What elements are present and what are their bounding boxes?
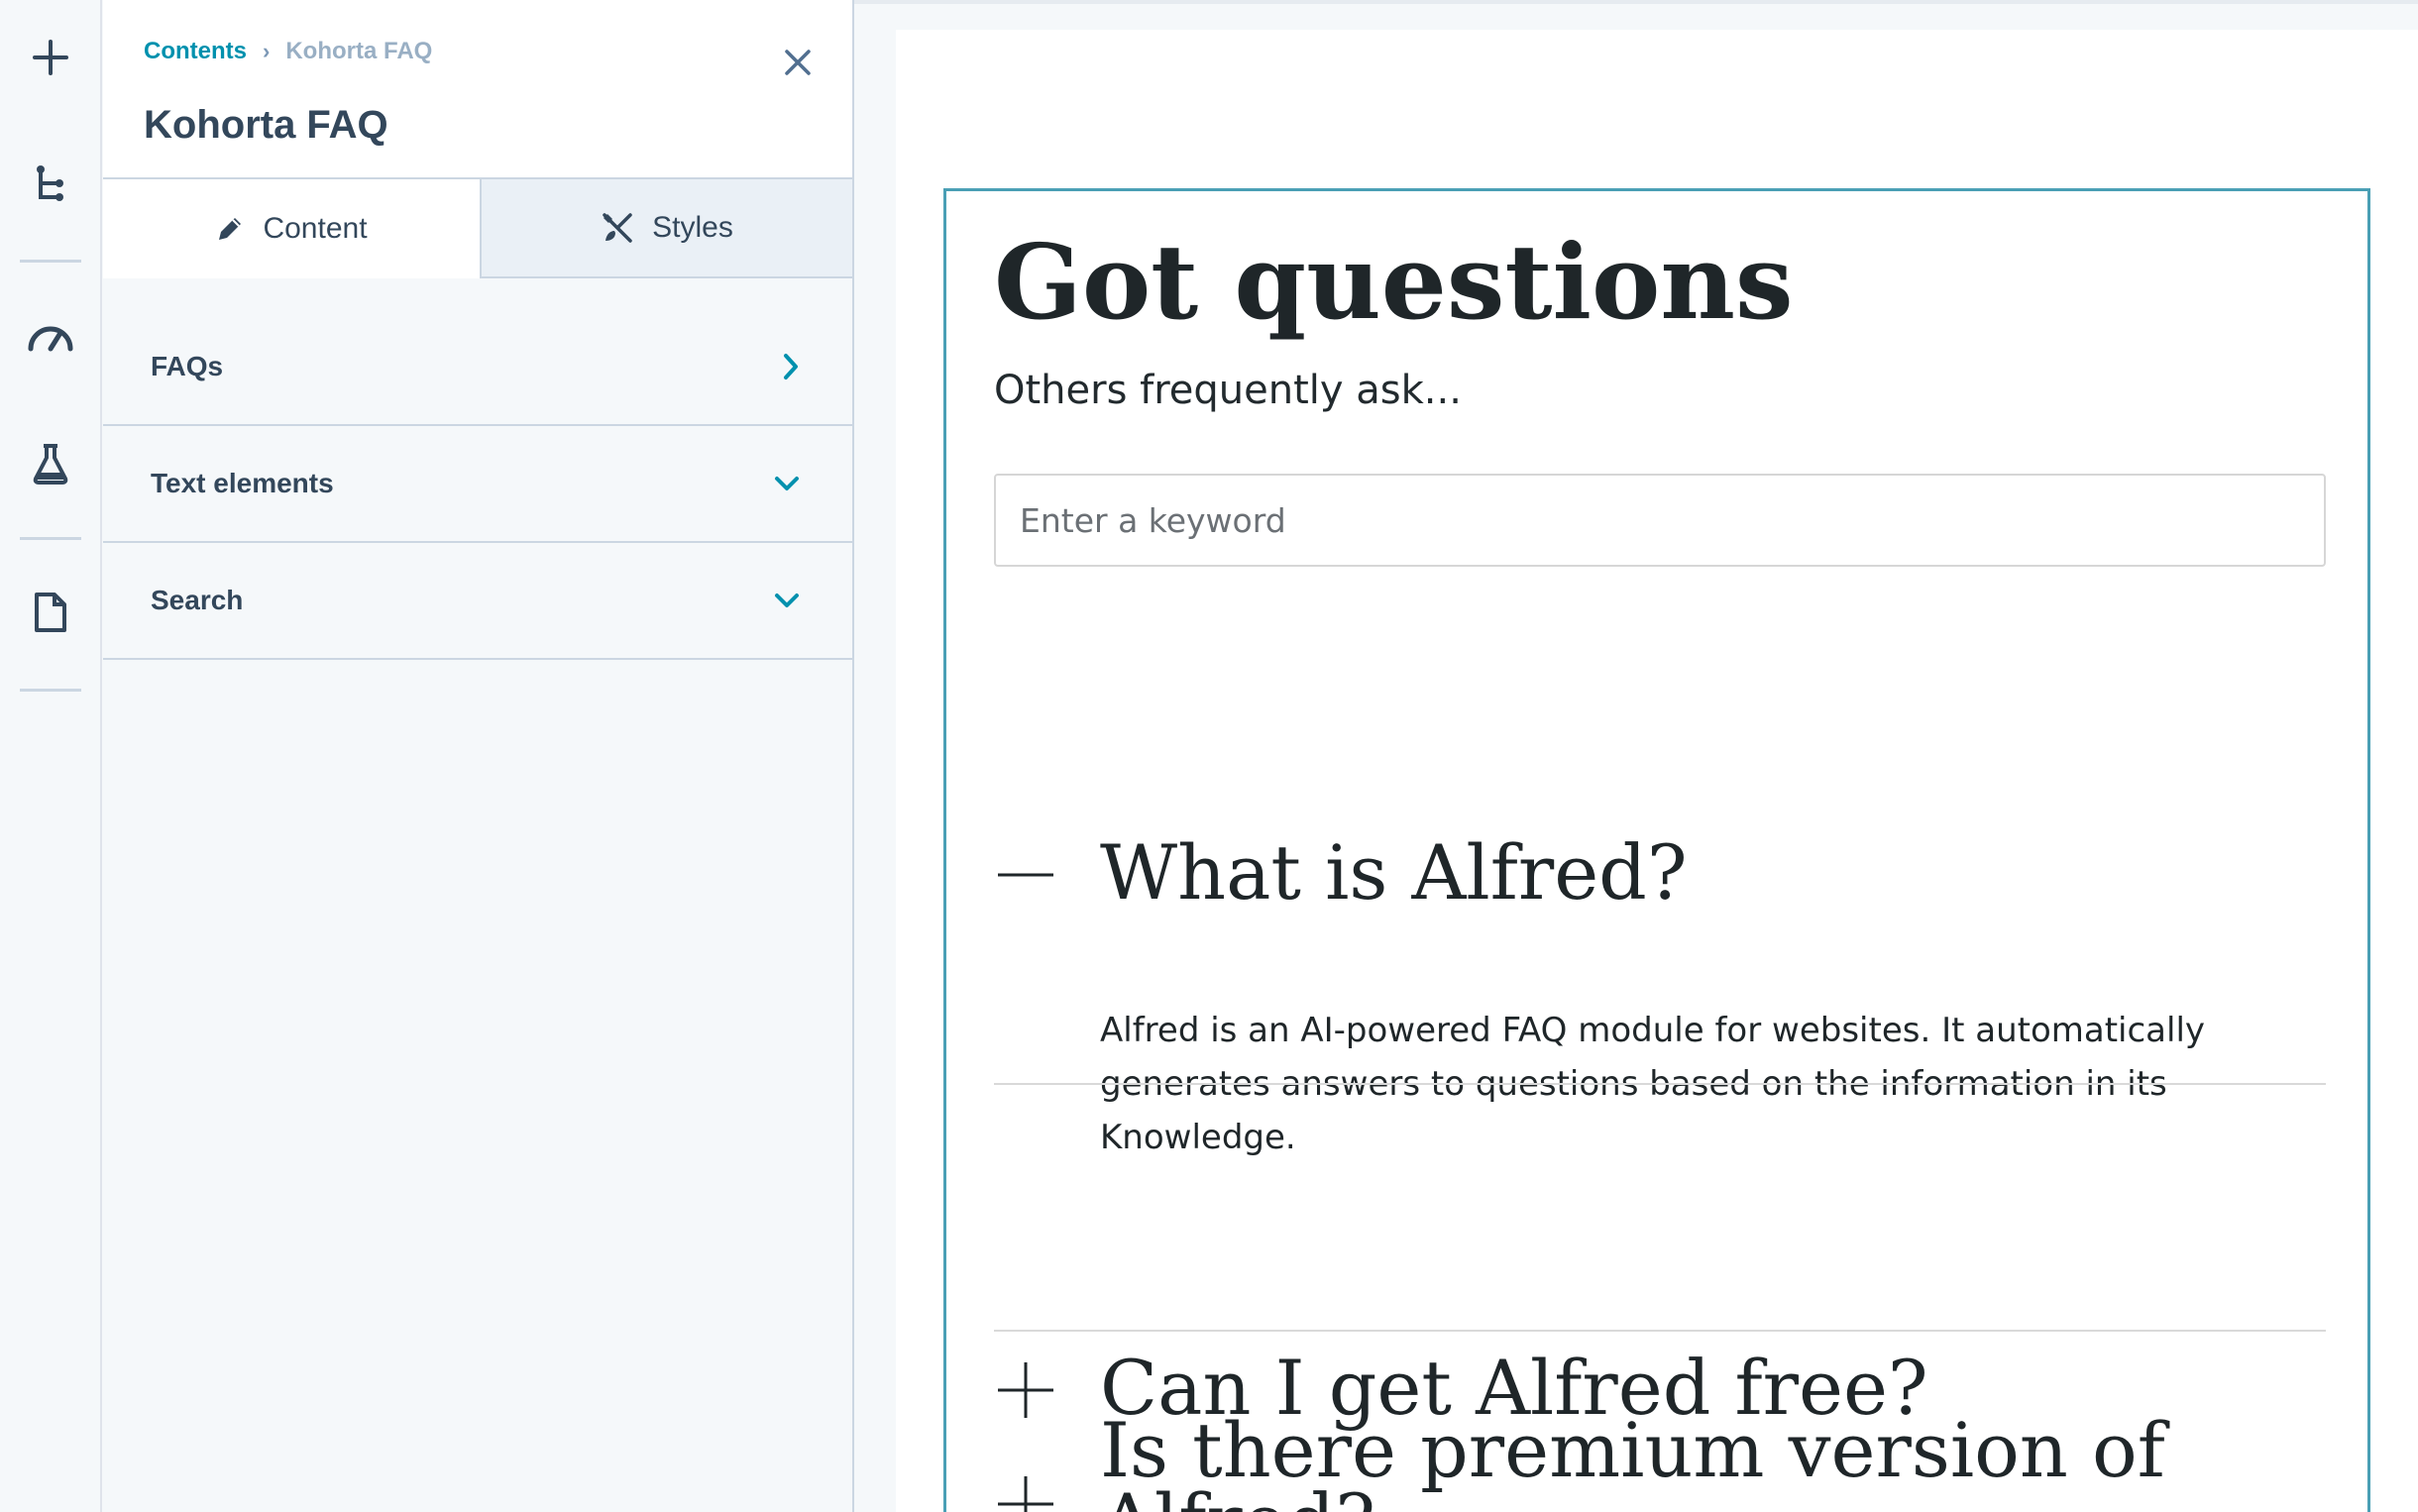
section-faqs[interactable]: FAQs [103,309,852,426]
gauge-icon[interactable] [18,303,83,369]
top-strip [854,0,2418,4]
chevron-down-icon [775,477,799,490]
section-label: Text elements [151,468,334,498]
chevron-right-icon [784,354,798,379]
breadcrumb-separator-icon: › [263,39,271,63]
faq-item: What is Alfred? [994,825,2326,924]
faq-question: What is Alfred? [1100,828,1688,917]
chevron-down-icon [775,594,799,607]
faq-module[interactable]: Got questions Others frequently ask... W… [943,188,2370,1512]
section-label: FAQs [151,351,224,381]
close-icon [785,50,811,75]
faq-question: Is there premium version of Alfred? [1100,1406,2165,1512]
section-label: Search [151,585,244,615]
brush-icon [601,211,634,245]
minus-icon[interactable] [994,825,1057,924]
breadcrumb: Contents › Kohorta FAQ [144,38,432,65]
section-search[interactable]: Search [103,543,852,660]
faq-divider [994,1083,2326,1085]
faq-subtitle: Others frequently ask... [994,368,1462,413]
faq-question-row[interactable]: What is Alfred? [994,825,2326,924]
panel-sections: FAQs Text elements Search [103,309,852,660]
flask-icon[interactable] [18,431,83,496]
faq-search-input[interactable] [994,474,2326,567]
rail-separator [20,260,81,263]
editor-panel: Contents › Kohorta FAQ Kohorta FAQ Conte… [103,0,854,1512]
close-button[interactable] [773,38,823,87]
panel-tabs: Content Styles [103,179,852,278]
faq-divider [994,1330,2326,1332]
tab-styles[interactable]: Styles [480,179,852,278]
rail-separator [20,689,81,692]
section-text-elements[interactable]: Text elements [103,426,852,543]
page-icon[interactable] [18,580,83,645]
breadcrumb-contents-link[interactable]: Contents [144,38,247,65]
tab-content[interactable]: Content [103,179,480,278]
tree-icon[interactable] [18,151,83,216]
plus-icon[interactable] [994,1455,1057,1512]
panel-title: Kohorta FAQ [144,103,388,147]
faq-title: Got questions [994,221,1794,343]
faq-question-row[interactable]: Is there premium version of Alfred? [994,1406,2326,1512]
faq-item: Is there premium version of Alfred? [994,1406,2326,1512]
rail-separator [20,537,81,540]
breadcrumb-current: Kohorta FAQ [285,38,433,64]
tab-styles-label: Styles [652,211,733,244]
left-rail [0,0,102,1512]
add-icon[interactable] [18,25,83,90]
panel-header: Contents › Kohorta FAQ Kohorta FAQ [103,0,852,179]
tab-content-label: Content [263,212,368,245]
pencil-icon [215,214,245,244]
